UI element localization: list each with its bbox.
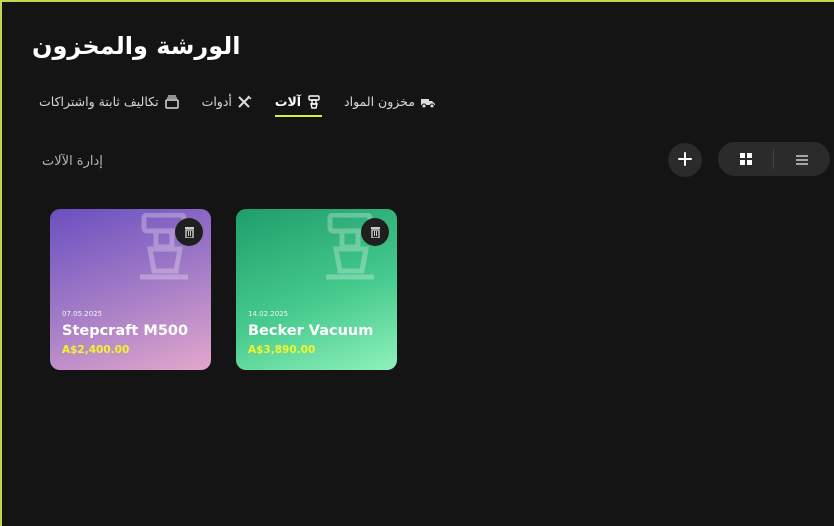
truck-icon — [420, 95, 436, 109]
tab-tools[interactable]: أدوات — [202, 94, 253, 109]
tab-bar: مخزون المواد آلات أدوات تكاليف ثابتة واش… — [39, 94, 436, 117]
page-title: الورشة والمخزون — [32, 32, 241, 60]
machine-price: A$3,890.00 — [248, 344, 316, 356]
tab-materials-label: مخزون المواد — [344, 94, 415, 109]
delete-button[interactable] — [361, 218, 389, 246]
plus-icon — [678, 151, 692, 170]
add-machine-button[interactable] — [668, 143, 702, 177]
list-view-icon — [795, 150, 808, 169]
app-window: الورشة والمخزون مخزون المواد آلات أدوات … — [0, 0, 834, 526]
trash-icon — [184, 223, 195, 242]
machine-name: Stepcraft M500 — [62, 323, 189, 339]
tab-machines-label: آلات — [274, 94, 302, 109]
machine-card[interactable]: 14.02.2025 Becker Vacuum A$3,890.00 — [236, 209, 397, 370]
section-title: إدارة الآلات — [42, 154, 103, 169]
tools-icon — [237, 94, 253, 109]
grid-view-icon — [739, 150, 752, 169]
subscriptions-icon — [164, 94, 180, 109]
machine-card[interactable]: 07.05.2025 Stepcraft M500 A$2,400.00 — [50, 209, 211, 370]
machine-date: 14.02.2025 — [248, 310, 289, 318]
machine-date: 07.05.2025 — [62, 310, 103, 318]
tab-machines[interactable]: آلات — [274, 94, 323, 117]
machine-icon — [306, 94, 322, 109]
tab-fixed-costs-label: تكاليف ثابتة واشتراكات — [39, 94, 159, 109]
list-view-button[interactable] — [774, 142, 829, 176]
machine-name: Becker Vacuum — [248, 323, 374, 339]
machine-price: A$2,400.00 — [62, 344, 130, 356]
tab-fixed-costs[interactable]: تكاليف ثابتة واشتراكات — [39, 94, 180, 109]
tab-materials[interactable]: مخزون المواد — [344, 94, 436, 109]
trash-icon — [370, 223, 381, 242]
grid-view-button[interactable] — [718, 142, 773, 176]
view-toggle — [718, 142, 830, 176]
delete-button[interactable] — [175, 218, 203, 246]
tab-tools-label: أدوات — [201, 94, 232, 109]
